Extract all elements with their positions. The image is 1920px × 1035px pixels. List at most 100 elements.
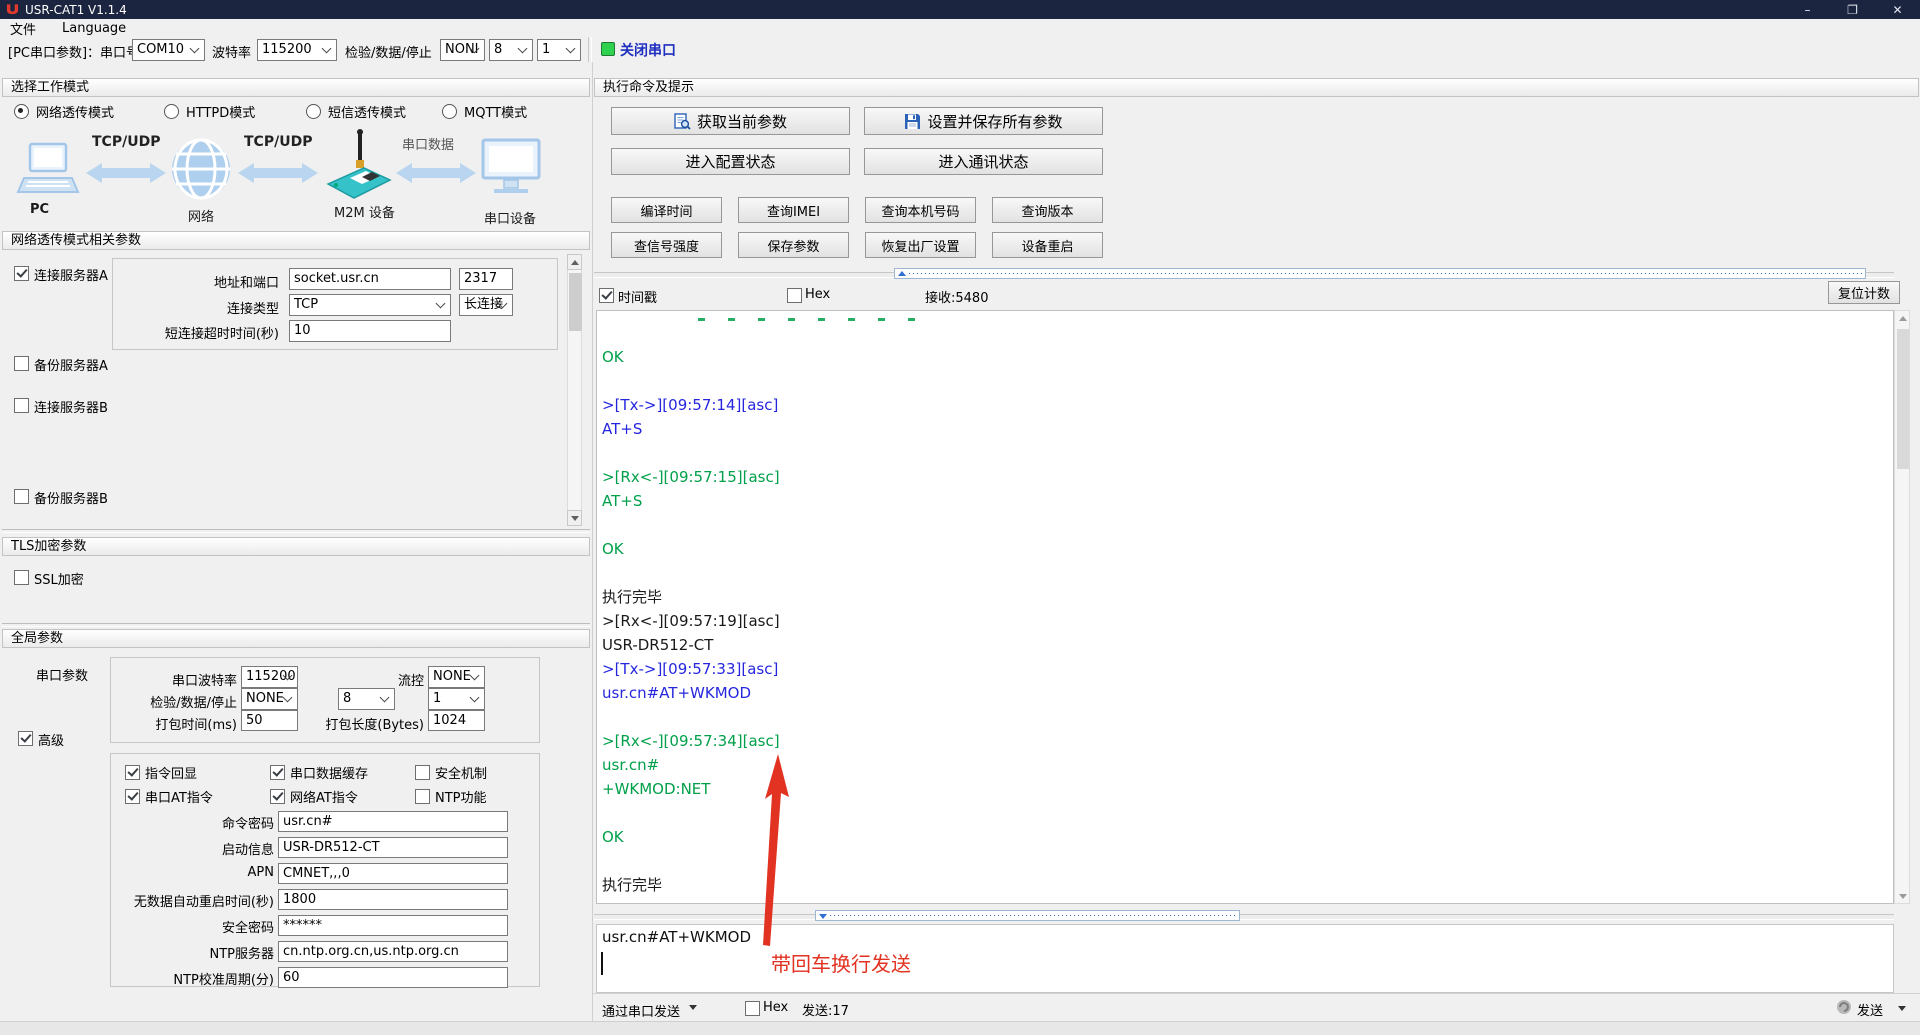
menu-item-language[interactable]: Language	[62, 21, 126, 36]
log-line: +WKMOD:NET	[602, 777, 1893, 801]
scroll-up-icon[interactable]	[1895, 310, 1910, 326]
server-a-label: 连接服务器A	[34, 265, 108, 284]
send-via-serial-button[interactable]: 通过串口发送	[602, 1001, 680, 1020]
get-params-button[interactable]: 获取当前参数	[611, 107, 850, 135]
minimize-button[interactable]: –	[1785, 0, 1830, 19]
field-input[interactable]: 60	[278, 967, 508, 988]
maximize-button[interactable]: ❐	[1830, 0, 1875, 19]
backup-a-checkbox[interactable]	[14, 356, 29, 371]
log-top-scrollbar-thumb[interactable]	[894, 268, 1866, 279]
advanced-check-3[interactable]: 串口AT指令	[125, 786, 270, 807]
send-hex-checkbox[interactable]	[745, 1001, 760, 1016]
gp-baud-select[interactable]: 115200	[241, 666, 298, 688]
scroll-up-icon[interactable]	[567, 254, 582, 270]
reset-counter-button[interactable]: 复位计数	[1828, 281, 1900, 304]
server-a-checkbox[interactable]	[14, 266, 29, 281]
gp-flow-select[interactable]: NONE	[428, 666, 485, 688]
workmode-option-1[interactable]: HTTPD模式	[164, 100, 306, 122]
field-label: 无数据自动重启时间(秒)	[134, 891, 274, 910]
field-input[interactable]: cn.ntp.org.cn,us.ntp.org.cn	[278, 941, 508, 962]
command-button-3[interactable]: 查询版本	[992, 197, 1103, 223]
field-input[interactable]: usr.cn#	[278, 811, 508, 832]
server-b-checkbox[interactable]	[14, 398, 29, 413]
serial-device-monitor-icon	[480, 138, 542, 196]
divider	[2, 623, 590, 627]
double-arrow-icon	[396, 162, 476, 184]
send-scrollbar-track[interactable]	[594, 914, 1894, 920]
gp-stopbits-select[interactable]: 1	[428, 688, 485, 710]
gp-databits-select[interactable]: 8	[338, 688, 395, 710]
log-hex-label: Hex	[805, 287, 830, 302]
network-globe-icon	[170, 138, 232, 200]
send-button[interactable]: 发送	[1857, 1000, 1883, 1019]
enter-comm-button[interactable]: 进入通讯状态	[864, 148, 1103, 175]
gp-packtime-input[interactable]: 50	[241, 710, 298, 731]
stopbits-select[interactable]: 1	[537, 39, 581, 61]
command-button-1[interactable]: 查询IMEI	[738, 197, 849, 223]
log-hex-checkbox[interactable]	[787, 288, 802, 303]
advanced-check-5[interactable]: NTP功能	[415, 786, 535, 807]
menu-item-file[interactable]: 文件	[10, 19, 36, 38]
server-addr-input[interactable]: socket.usr.cn	[289, 268, 451, 290]
gp-packlen-input[interactable]: 1024	[428, 710, 485, 731]
radio-icon	[442, 104, 457, 119]
scroll-down-icon[interactable]	[567, 510, 582, 526]
send-icon	[1836, 999, 1852, 1015]
net-params-area: 连接服务器A 地址和端口 socket.usr.cn 2317 连接类型 TCP…	[0, 252, 592, 528]
scrollbar-thumb[interactable]	[1897, 329, 1909, 469]
advanced-check-2[interactable]: 安全机制	[415, 762, 535, 783]
close-port-button[interactable]: 关闭串口	[620, 40, 676, 60]
chevron-down-icon[interactable]	[689, 1005, 697, 1010]
server-port-input[interactable]: 2317	[459, 268, 513, 290]
scroll-down-icon	[819, 914, 827, 919]
set-save-params-button[interactable]: 设置并保存所有参数	[864, 107, 1103, 135]
advanced-field-row: 启动信息USR-DR512-CT	[111, 837, 541, 859]
command-button-6[interactable]: 恢复出厂设置	[865, 232, 976, 258]
field-input[interactable]: 1800	[278, 889, 508, 910]
app-window: USR-CAT1 V1.1.4 – ❐ ✕ 文件 Language [PC串口参…	[0, 0, 1920, 1035]
databits-select[interactable]: 8	[489, 39, 533, 61]
advanced-field-row: 安全密码******	[111, 915, 541, 937]
command-button-2[interactable]: 查询本机号码	[865, 197, 976, 223]
keepalive-select[interactable]: 长连接	[459, 294, 513, 316]
enter-config-button[interactable]: 进入配置状态	[611, 148, 850, 175]
net-params-scrollbar[interactable]	[567, 254, 582, 526]
advanced-check-1[interactable]: 串口数据缓存	[270, 762, 415, 783]
log-vscrollbar[interactable]	[1894, 310, 1910, 904]
field-input[interactable]: CMNET,,,0	[278, 863, 508, 884]
gp-parity-select[interactable]: NONE	[241, 688, 298, 710]
workmode-option-2[interactable]: 短信透传模式	[306, 100, 442, 122]
close-button[interactable]: ✕	[1875, 0, 1920, 19]
panel-splitter[interactable]	[592, 62, 593, 1021]
send-scrollbar-thumb[interactable]	[815, 910, 1240, 921]
backup-b-checkbox[interactable]	[14, 489, 29, 504]
ssl-label: SSL加密	[34, 569, 84, 588]
advanced-check-4[interactable]: 网络AT指令	[270, 786, 415, 807]
conn-type-select[interactable]: TCP	[289, 294, 451, 316]
text-cursor	[601, 952, 603, 975]
serial-toolbar: [PC串口参数]：串口号 COM10 波特率 115200 检验/数据/停止 N…	[0, 37, 1920, 62]
timestamp-checkbox[interactable]	[599, 288, 614, 303]
command-button-4[interactable]: 查信号强度	[611, 232, 722, 258]
field-input[interactable]: ******	[278, 915, 508, 936]
scrollbar-thumb[interactable]	[569, 273, 582, 331]
workmode-option-3[interactable]: MQTT模式	[442, 100, 527, 122]
advanced-checkbox[interactable]	[18, 731, 33, 746]
log-line: AT+S	[602, 489, 1893, 513]
command-button-7[interactable]: 设备重启	[992, 232, 1103, 258]
baud-select[interactable]: 115200	[257, 39, 337, 61]
field-input[interactable]: USR-DR512-CT	[278, 837, 508, 858]
send-input-area[interactable]: usr.cn#AT+WKMOD 带回车换行发送	[596, 924, 1894, 993]
gp-flow-label: 流控	[398, 670, 424, 689]
short-conn-timeout-input[interactable]: 10	[289, 320, 451, 342]
advanced-check-0[interactable]: 指令回显	[125, 762, 270, 783]
command-button-0[interactable]: 编译时间	[611, 197, 722, 223]
command-button-5[interactable]: 保存参数	[738, 232, 849, 258]
ssl-checkbox[interactable]	[14, 570, 29, 585]
com-port-select[interactable]: COM10	[132, 39, 205, 61]
parity-select[interactable]: NONI	[440, 39, 485, 61]
chevron-down-icon[interactable]	[1898, 1006, 1906, 1011]
log-output-area[interactable]: OK >[Tx->][09:57:14][asc]AT+S >[Rx<-][09…	[596, 310, 1894, 904]
workmode-option-0[interactable]: 网络透传模式	[14, 100, 164, 122]
scroll-down-icon[interactable]	[1895, 888, 1910, 904]
